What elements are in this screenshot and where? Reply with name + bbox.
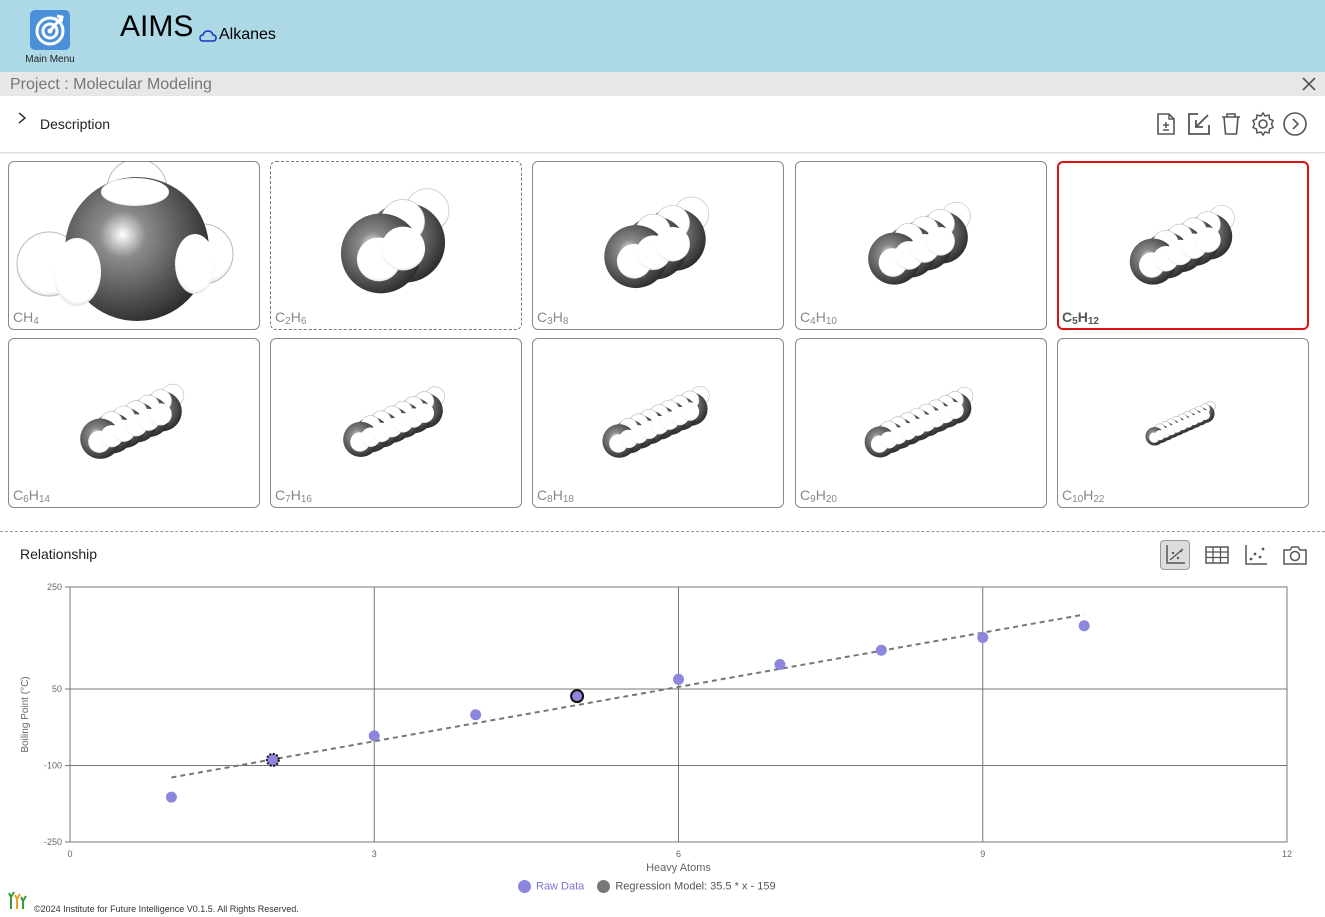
description-toggle[interactable]: Description: [40, 116, 110, 132]
molecule-formula-label: C3H8: [537, 309, 569, 327]
scatter-icon: [1245, 545, 1267, 565]
molecule-card[interactable]: CH4: [8, 161, 260, 330]
y-axis-label: Boiling Point (°C): [20, 676, 31, 752]
molecule-model-image: [340, 188, 450, 294]
import-icon[interactable]: [1186, 111, 1212, 137]
data-point[interactable]: [875, 644, 887, 656]
description-panel: Description: [0, 96, 1325, 153]
x-axis-label: Heavy Atoms: [646, 862, 711, 874]
molecule-formula-label: C9H20: [800, 487, 837, 505]
app-header: Main Menu AIMS Alkanes: [0, 0, 1325, 72]
x-tick-label: 12: [1282, 849, 1292, 859]
app-title: AIMS: [120, 10, 194, 43]
x-tick-label: 6: [676, 849, 681, 859]
data-point[interactable]: [570, 689, 585, 704]
main-menu-label: Main Menu: [25, 54, 75, 65]
molecule-card[interactable]: C5H12: [1057, 161, 1309, 330]
project-type-label: Alkanes: [219, 26, 276, 43]
molecule-formula-label: C7H16: [275, 487, 312, 505]
data-point[interactable]: [470, 709, 482, 721]
document-plus-icon[interactable]: [1153, 111, 1179, 137]
camera-tool-button[interactable]: [1280, 540, 1310, 570]
data-point[interactable]: [774, 659, 786, 671]
aims-logo-icon: [30, 10, 70, 50]
molecule-formula-label: C2H6: [275, 309, 307, 327]
molecule-model-image: [80, 383, 185, 459]
data-point[interactable]: [977, 631, 989, 643]
legend-regression[interactable]: Regression Model: 35.5 * x - 159: [597, 880, 776, 893]
molecule-model-image: [864, 386, 974, 458]
molecule-card[interactable]: C6H14: [8, 338, 260, 508]
molecule-card[interactable]: C7H16: [270, 338, 522, 508]
molecule-model-image: [16, 162, 234, 321]
x-tick-label: 9: [980, 849, 985, 859]
molecule-card[interactable]: C2H6: [270, 161, 522, 330]
molecule-model-image: [868, 201, 971, 285]
y-tick-label: -100: [44, 761, 62, 771]
molecule-formula-label: C10H22: [1062, 487, 1105, 505]
data-point[interactable]: [165, 791, 177, 803]
camera-icon: [1283, 546, 1307, 565]
data-point[interactable]: [1078, 620, 1090, 632]
relationship-chart: 0 3 6 9 12 250 50 -100 -250 Heavy Atoms Boiling Po…: [20, 582, 1292, 874]
y-tick-label: -250: [44, 837, 62, 847]
scatter-tool-button[interactable]: [1241, 540, 1271, 570]
cloud-icon: [199, 30, 217, 42]
main-menu-button[interactable]: Main Menu: [20, 8, 80, 68]
regression-line: [171, 613, 1085, 779]
y-tick-label: 50: [52, 684, 62, 694]
project-bar: Project : Molecular Modeling: [0, 72, 1325, 96]
molecule-card[interactable]: C9H20: [795, 338, 1047, 508]
molecule-formula-label: C8H18: [537, 487, 574, 505]
table-icon: [1205, 546, 1229, 564]
chart-legend: Raw Data Regression Model: 35.5 * x - 15…: [518, 880, 786, 893]
data-point[interactable]: [265, 752, 280, 767]
trash-icon[interactable]: [1218, 111, 1244, 137]
x-tick-label: 0: [67, 849, 72, 859]
gear-icon[interactable]: [1250, 111, 1276, 137]
molecule-formula-label: C6H14: [13, 487, 50, 505]
legend-raw-data-dot: [518, 880, 531, 893]
legend-raw-data[interactable]: Raw Data: [518, 880, 584, 893]
legend-regression-label: Regression Model: 35.5 * x - 159: [615, 880, 776, 893]
copyright-text: ©2024 Institute for Future Intelligence …: [34, 904, 299, 914]
line-chart-icon: [1166, 545, 1185, 564]
molecule-formula-label: C5H12: [1062, 309, 1099, 327]
line-chart-tool-button[interactable]: [1160, 540, 1190, 570]
molecule-formula-label: C4H10: [800, 309, 837, 327]
section-divider: [0, 531, 1325, 532]
molecule-model-image: [343, 386, 445, 458]
data-point[interactable]: [673, 673, 684, 685]
chevron-right-icon[interactable]: [16, 111, 28, 125]
relationship-title: Relationship: [20, 546, 98, 562]
molecule-card[interactable]: C8H18: [532, 338, 784, 508]
table-tool-button[interactable]: [1202, 540, 1232, 570]
legend-regression-dot: [597, 880, 611, 893]
play-circle-icon[interactable]: [1282, 111, 1308, 137]
molecule-model-image: [1145, 400, 1216, 446]
molecule-card[interactable]: C10H22: [1057, 338, 1309, 508]
data-point[interactable]: [368, 730, 380, 742]
x-tick-label: 3: [372, 849, 377, 859]
project-title: Project : Molecular Modeling: [10, 76, 212, 93]
molecule-card[interactable]: C4H10: [795, 161, 1047, 330]
molecule-model-image: [602, 386, 710, 458]
molecule-formula-label: CH4: [13, 309, 39, 327]
close-icon[interactable]: [1300, 75, 1318, 93]
legend-raw-data-label: Raw Data: [536, 880, 585, 893]
molecule-model-image: [1129, 204, 1235, 285]
molecule-card[interactable]: C3H8: [532, 161, 784, 330]
iff-logo-icon: [8, 891, 27, 909]
y-tick-label: 250: [47, 582, 62, 592]
molecule-model-image: [604, 196, 710, 289]
